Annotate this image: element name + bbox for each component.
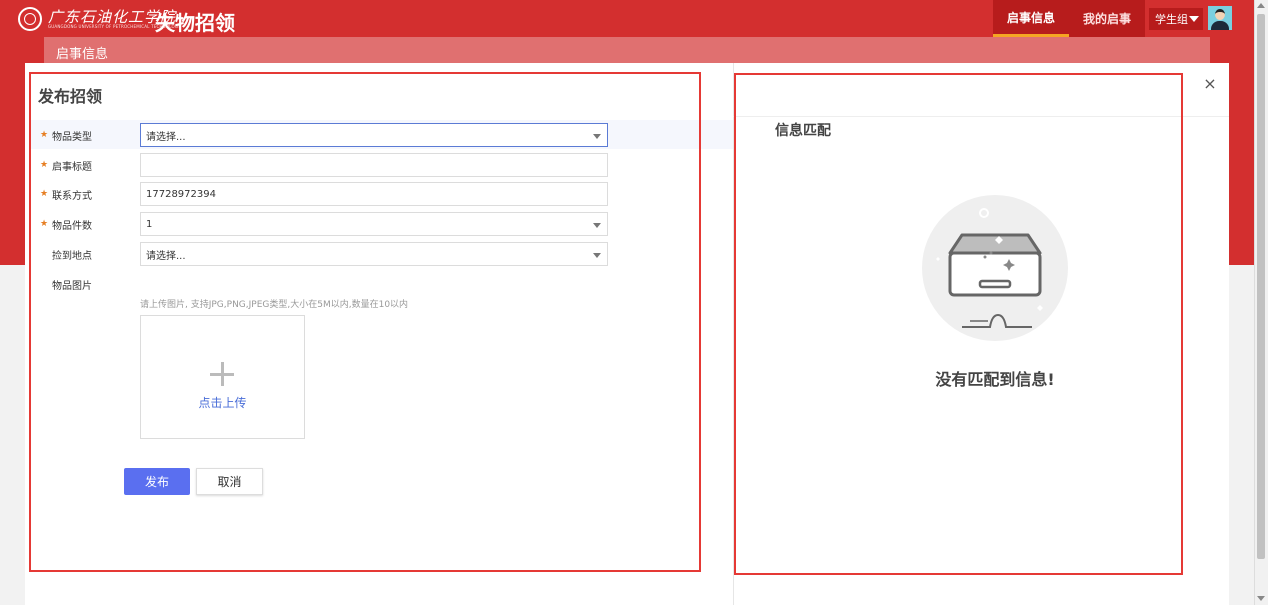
scroll-down-icon[interactable] [1257, 596, 1265, 601]
breadcrumb: 启事信息 [44, 37, 1210, 64]
scrollbar-thumb[interactable] [1257, 14, 1265, 559]
close-icon[interactable]: × [1202, 76, 1218, 92]
scroll-up-icon[interactable] [1257, 3, 1265, 8]
nav-item-my-notices[interactable]: 我的启事 [1069, 0, 1145, 37]
avatar[interactable] [1208, 6, 1232, 30]
school-logo-icon [18, 7, 42, 31]
app-title: 失物招领 [155, 11, 235, 35]
caret-down-icon [1189, 16, 1199, 22]
user-group-label: 学生组 [1155, 13, 1188, 26]
left-panel-highlight-box [29, 72, 701, 572]
right-panel-highlight-box [734, 73, 1183, 575]
user-menu[interactable]: 学生组 [1149, 8, 1203, 30]
nav-item-notices[interactable]: 启事信息 [993, 0, 1069, 37]
